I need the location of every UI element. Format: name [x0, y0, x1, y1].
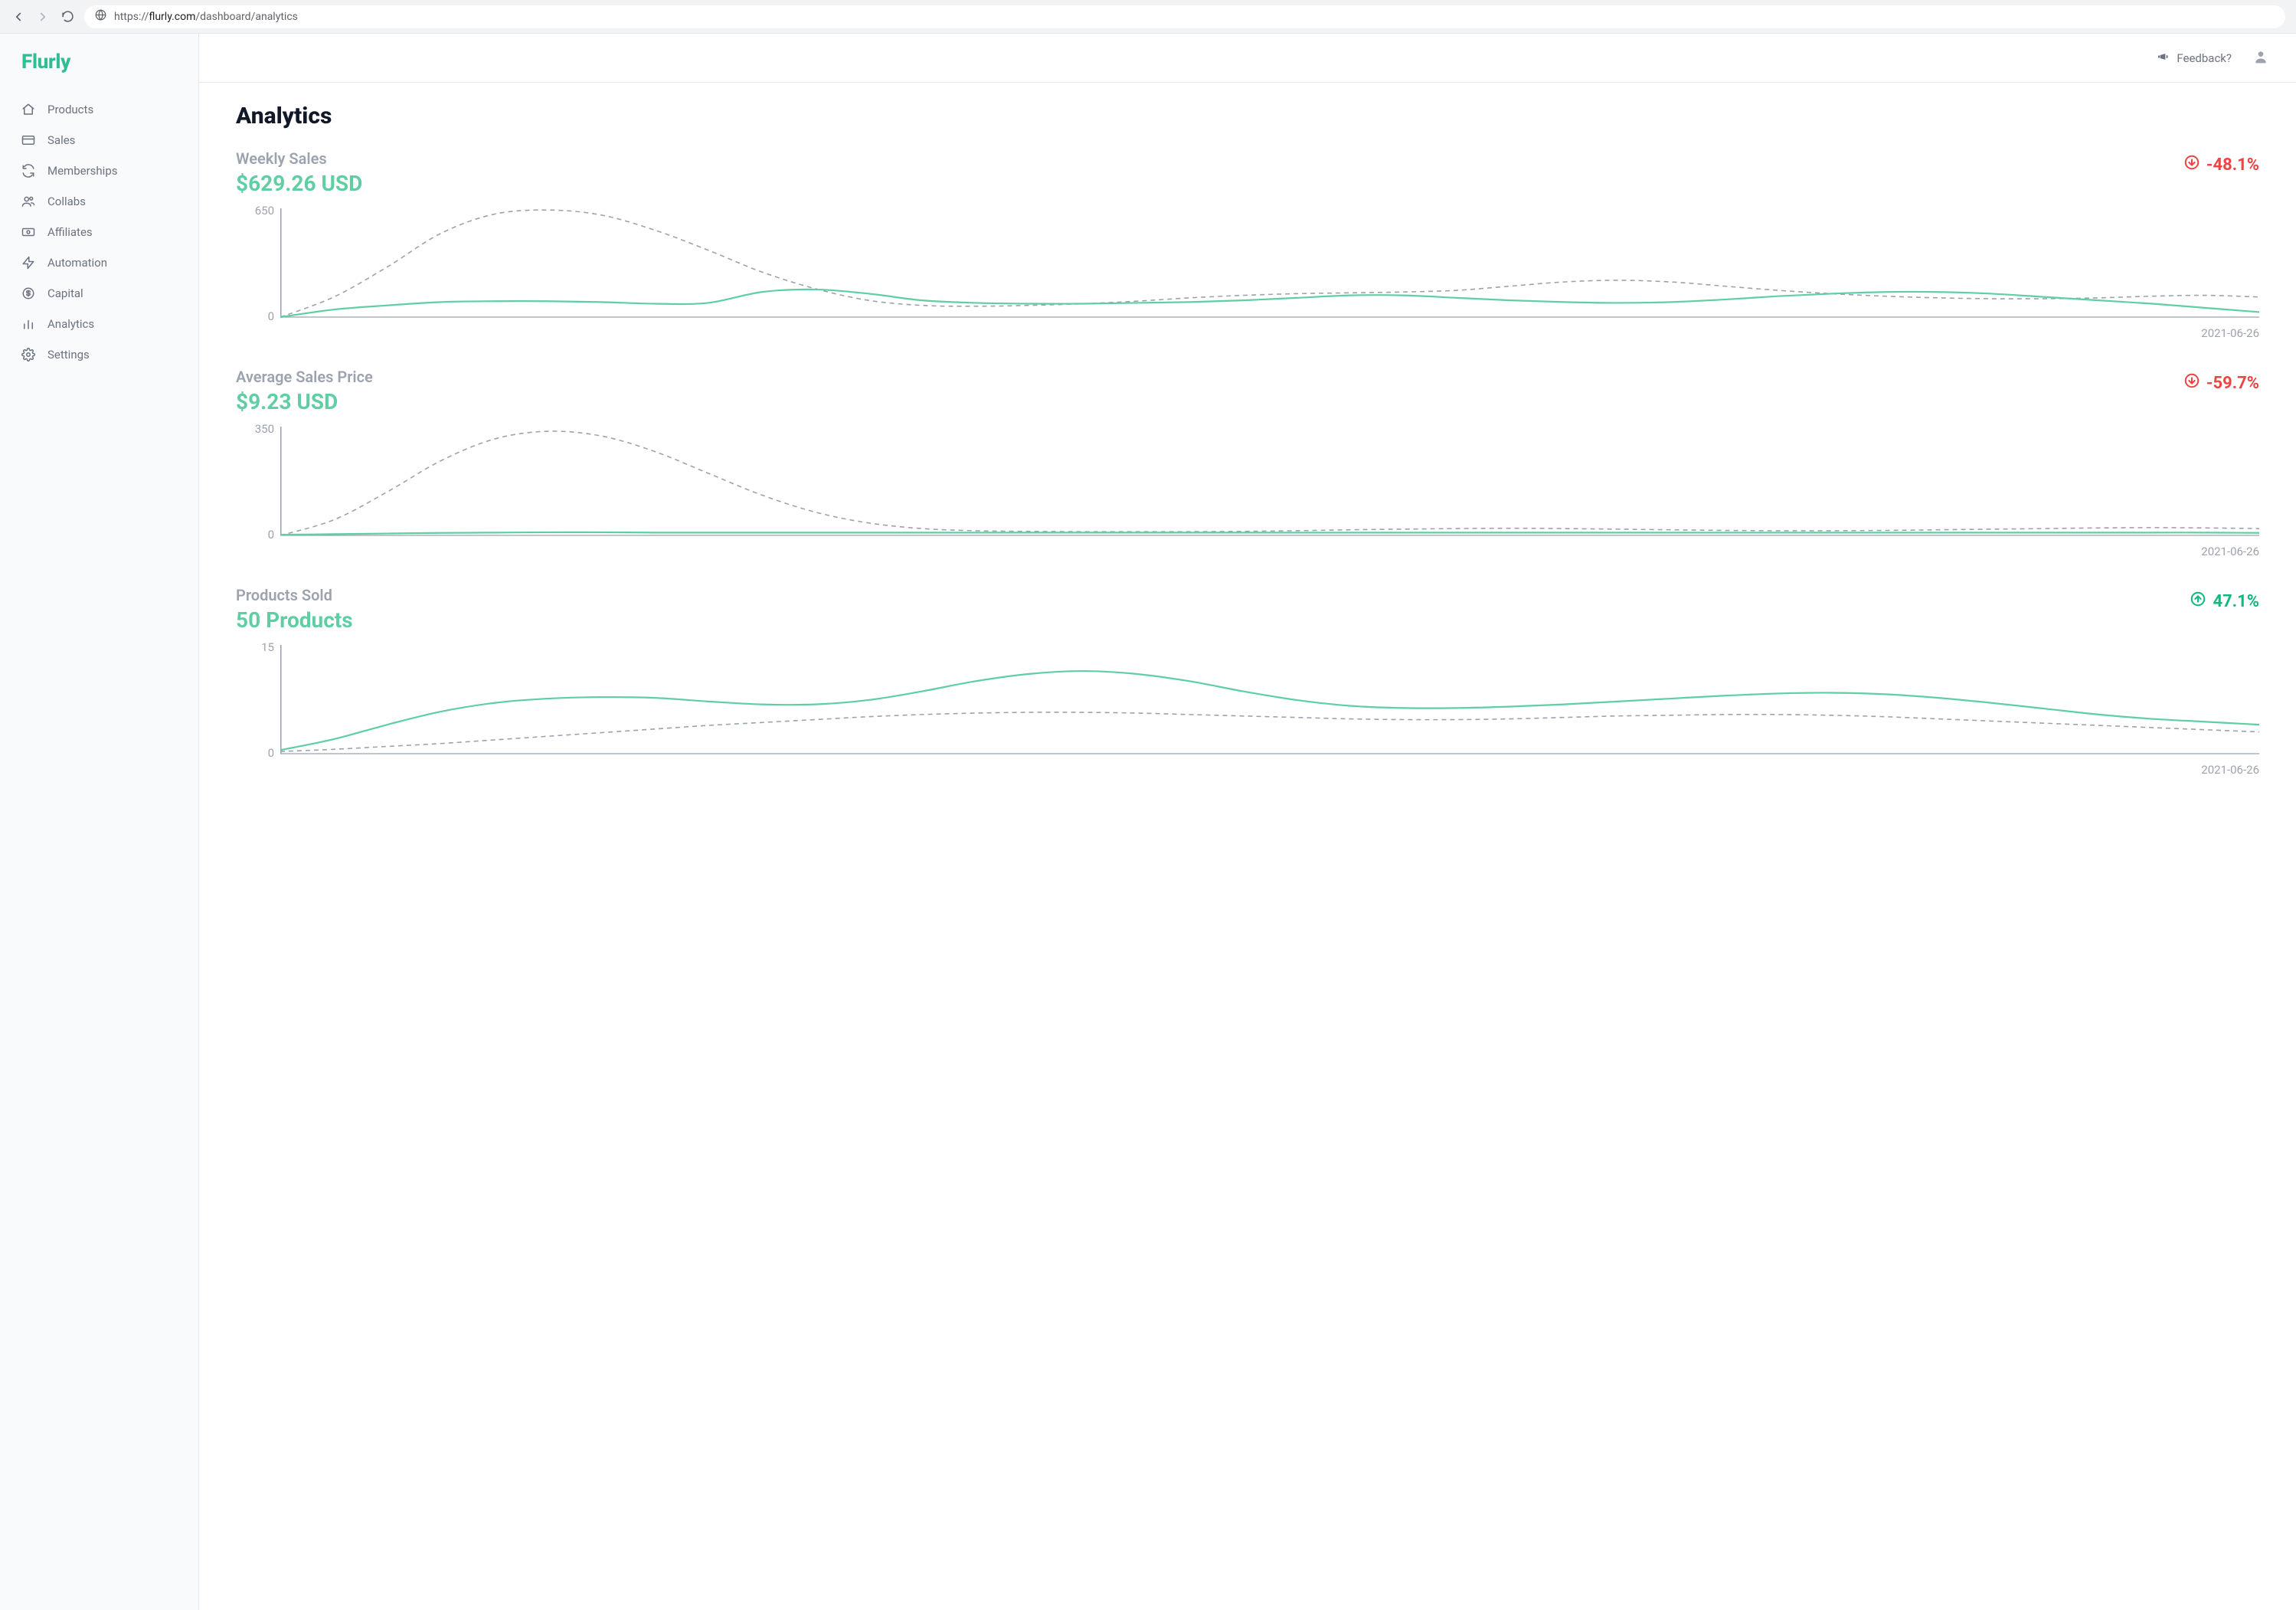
- sidebar-item-label: Collabs: [47, 195, 86, 208]
- card-weekly-sales: Weekly Sales $629.26 USD -48.1% 650 0 20…: [236, 149, 2259, 335]
- card-average-sales-price: Average Sales Price $9.23 USD -59.7% 350…: [236, 368, 2259, 554]
- sidebar-item-label: Capital: [47, 286, 83, 300]
- y-axis-max: 350: [236, 422, 274, 436]
- main-content: Feedback? Analytics Weekly Sales $629.26…: [199, 34, 2296, 1610]
- browser-toolbar: https://flurly.com/dashboard/analytics: [0, 0, 2296, 34]
- metric-label: Weekly Sales: [236, 149, 362, 168]
- gear-icon: [21, 348, 35, 362]
- sidebar-item-label: Settings: [47, 348, 90, 362]
- metric-delta: -48.1%: [2183, 154, 2259, 175]
- browser-forward-button[interactable]: [35, 9, 51, 25]
- feedback-button[interactable]: Feedback?: [2157, 51, 2232, 66]
- user-icon: [2253, 49, 2268, 64]
- bar-chart-icon: [21, 317, 35, 331]
- chart-products-sold: 15 0 2021-06-26: [236, 642, 2259, 772]
- browser-url: https://flurly.com/dashboard/analytics: [114, 11, 298, 23]
- x-axis-end: 2021-06-26: [2201, 763, 2259, 777]
- home-icon: [21, 103, 35, 116]
- delta-value: -48.1%: [2206, 155, 2259, 175]
- megaphone-icon: [2157, 51, 2169, 66]
- brand-logo[interactable]: Flurly: [0, 47, 198, 90]
- metric-value: $9.23 USD: [236, 389, 373, 414]
- sidebar-item-memberships[interactable]: Memberships: [0, 156, 198, 185]
- arrow-up-circle-icon: [2190, 591, 2206, 612]
- sidebar-item-affiliates[interactable]: Affiliates: [0, 218, 198, 247]
- card-products-sold: Products Sold 50 Products 47.1% 15 0 202…: [236, 586, 2259, 772]
- y-axis-zero: 0: [236, 746, 274, 760]
- chart-average-sales-price: 350 0 2021-06-26: [236, 424, 2259, 554]
- browser-address-bar[interactable]: https://flurly.com/dashboard/analytics: [84, 5, 2285, 28]
- sidebar-item-sales[interactable]: Sales: [0, 126, 198, 155]
- globe-icon: [95, 9, 106, 24]
- page-title: Analytics: [236, 103, 2259, 129]
- sidebar-item-collabs[interactable]: Collabs: [0, 187, 198, 216]
- sidebar-item-label: Analytics: [47, 317, 94, 331]
- delta-value: -59.7%: [2206, 374, 2259, 393]
- feedback-label: Feedback?: [2177, 51, 2232, 65]
- metric-label: Average Sales Price: [236, 368, 373, 386]
- chart-weekly-sales: 650 0 2021-06-26: [236, 205, 2259, 335]
- users-icon: [21, 195, 35, 208]
- sidebar: Flurly Products Sales Memberships: [0, 34, 199, 1610]
- sidebar-item-analytics[interactable]: Analytics: [0, 309, 198, 339]
- ticket-icon: [21, 225, 35, 239]
- sidebar-item-label: Memberships: [47, 164, 117, 178]
- sidebar-item-automation[interactable]: Automation: [0, 248, 198, 277]
- metric-label: Products Sold: [236, 586, 353, 604]
- arrow-down-circle-icon: [2183, 154, 2200, 175]
- sidebar-nav: Products Sales Memberships Collabs: [0, 90, 198, 369]
- sidebar-item-label: Sales: [47, 133, 75, 147]
- y-axis-zero: 0: [236, 309, 274, 323]
- browser-back-button[interactable]: [11, 9, 26, 25]
- metric-delta: -59.7%: [2183, 372, 2259, 394]
- bolt-icon: [21, 256, 35, 270]
- sidebar-item-label: Automation: [47, 256, 107, 270]
- browser-reload-button[interactable]: [60, 9, 75, 25]
- refresh-icon: [21, 164, 35, 178]
- metric-delta: 47.1%: [2190, 591, 2259, 612]
- topbar: Feedback?: [199, 34, 2296, 83]
- sidebar-item-settings[interactable]: Settings: [0, 340, 198, 369]
- sidebar-item-products[interactable]: Products: [0, 95, 198, 124]
- y-axis-max: 15: [236, 640, 274, 654]
- arrow-down-circle-icon: [2183, 372, 2200, 394]
- dollar-icon: [21, 286, 35, 300]
- y-axis-max: 650: [236, 204, 274, 218]
- metric-value: $629.26 USD: [236, 171, 362, 196]
- x-axis-end: 2021-06-26: [2201, 326, 2259, 340]
- metric-value: 50 Products: [236, 607, 353, 633]
- sidebar-item-label: Affiliates: [47, 225, 93, 239]
- credit-card-icon: [21, 133, 35, 147]
- sidebar-item-label: Products: [47, 103, 93, 116]
- y-axis-zero: 0: [236, 528, 274, 542]
- sidebar-item-capital[interactable]: Capital: [0, 279, 198, 308]
- user-menu[interactable]: [2253, 49, 2268, 67]
- delta-value: 47.1%: [2213, 592, 2259, 611]
- x-axis-end: 2021-06-26: [2201, 545, 2259, 558]
